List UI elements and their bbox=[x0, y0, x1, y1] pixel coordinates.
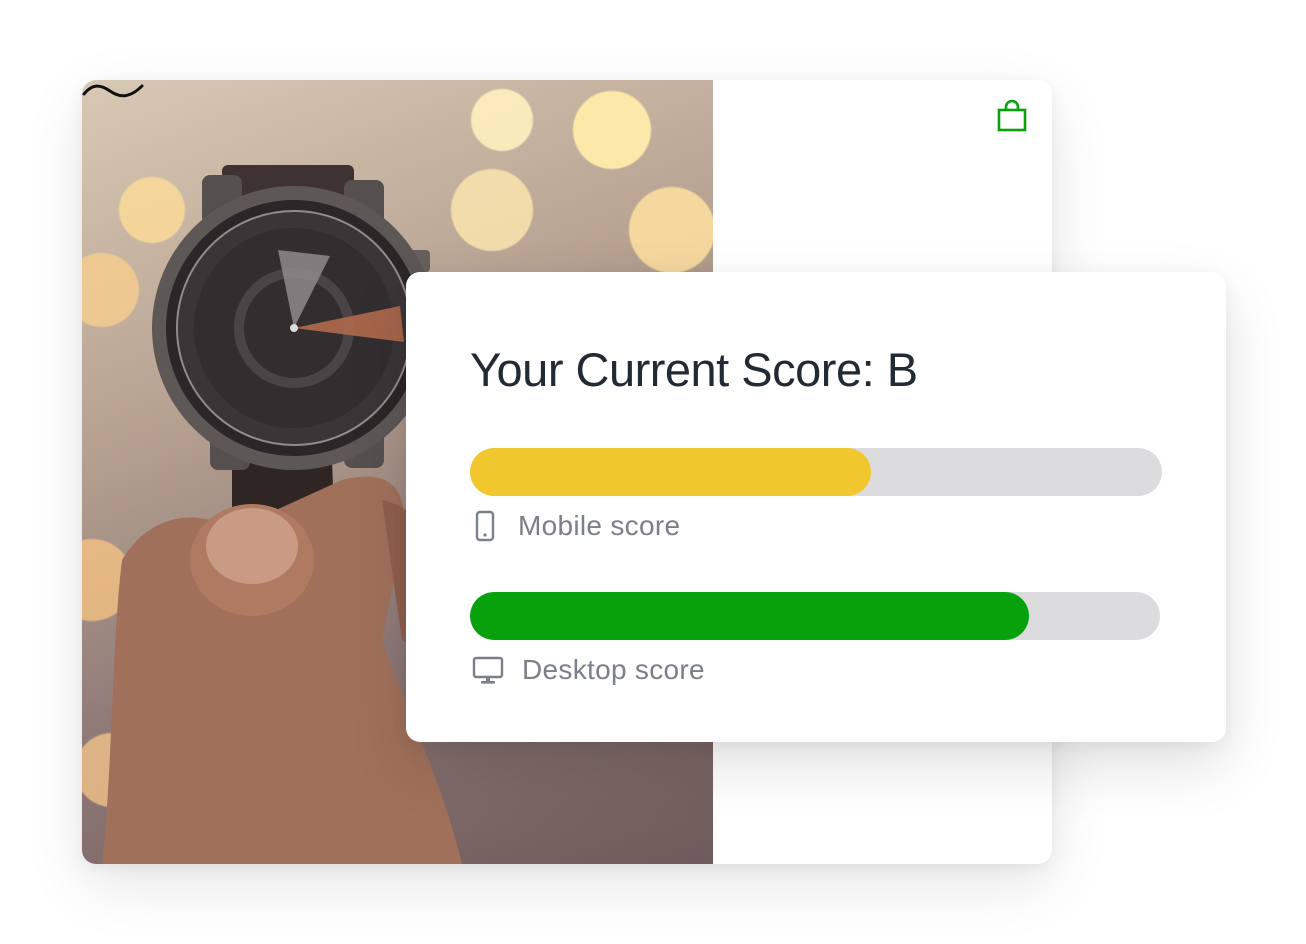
desktop-score-bar-fill bbox=[470, 592, 1029, 640]
mobile-score-bar bbox=[470, 448, 1162, 496]
desktop-score-row: Desktop score bbox=[472, 654, 705, 686]
shopping-bag-icon[interactable] bbox=[997, 100, 1027, 132]
page-stage: Your Current Score: B Mobile score Deskt… bbox=[0, 0, 1306, 944]
mobile-score-label: Mobile score bbox=[518, 510, 681, 541]
desktop-score-bar bbox=[470, 592, 1160, 640]
tilde-wave-logo-icon bbox=[82, 84, 144, 98]
smartphone-icon bbox=[475, 510, 495, 542]
desktop-score-label: Desktop score bbox=[522, 654, 705, 685]
mobile-score-row: Mobile score bbox=[474, 510, 680, 542]
score-title: Your Current Score: B bbox=[470, 343, 918, 396]
score-card: Your Current Score: B Mobile score Deskt… bbox=[406, 272, 1226, 742]
mobile-score-bar-fill bbox=[470, 448, 872, 496]
desktop-monitor-icon bbox=[472, 656, 504, 684]
